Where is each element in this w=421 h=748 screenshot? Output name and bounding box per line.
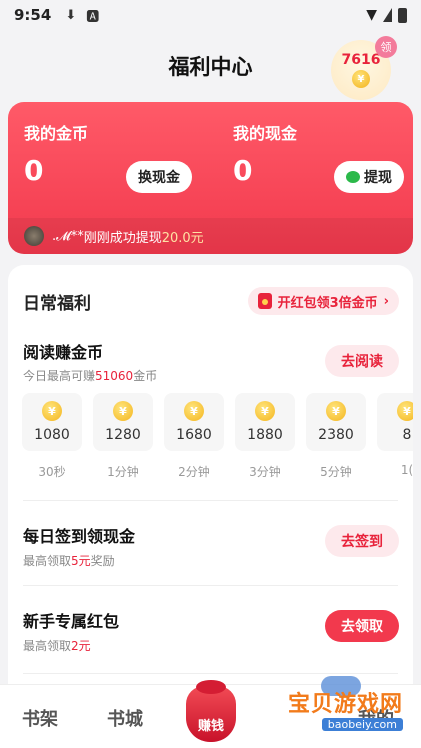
reward-amount: 2380 bbox=[318, 427, 354, 443]
coin-icon: ¥ bbox=[184, 401, 204, 421]
go-claim-button[interactable]: 去领取 bbox=[325, 610, 399, 642]
withdraw-label: 提现 bbox=[364, 170, 392, 186]
read-sub-value: 51060 bbox=[95, 369, 134, 383]
go-checkin-button[interactable]: 去签到 bbox=[325, 525, 399, 557]
reward-box: ¥1680 bbox=[164, 393, 224, 451]
read-sub-suffix: 金币 bbox=[133, 369, 158, 383]
section-title: 日常福利 bbox=[23, 294, 91, 314]
reward-amount: 1680 bbox=[176, 427, 212, 443]
reward-duration: 30秒 bbox=[38, 465, 66, 479]
read-sub-prefix: 今日最高可赚 bbox=[23, 369, 96, 383]
checkin-task-title: 每日签到领现金 bbox=[23, 527, 136, 546]
reward-item: ¥1680 2分钟 bbox=[164, 393, 224, 480]
reward-item: ¥1080 30秒 bbox=[22, 393, 82, 480]
coin-icon: ¥ bbox=[326, 401, 346, 421]
newbie-task-subtitle: 最高领取2元 bbox=[23, 637, 91, 654]
cash-column: 我的现金 0 bbox=[233, 120, 297, 187]
cash-value: 0 bbox=[233, 154, 253, 187]
chevron-right-icon: › bbox=[383, 293, 389, 309]
reward-duration: 5分钟 bbox=[320, 465, 352, 479]
reward-box: ¥1880 bbox=[235, 393, 295, 451]
download-icon: ⬇ bbox=[65, 7, 77, 23]
coin-bubble[interactable]: 7616 ¥ 领 bbox=[331, 36, 397, 100]
coin-icon: ¥ bbox=[397, 401, 413, 421]
reward-amount: 1280 bbox=[105, 427, 141, 443]
open-redpack-button[interactable]: 开红包领3倍金币 › bbox=[247, 287, 399, 315]
coin-icon: ¥ bbox=[113, 401, 133, 421]
divider bbox=[23, 673, 398, 674]
coin-icon: ¥ bbox=[352, 70, 370, 88]
ticker-amount: 20.0元 bbox=[161, 230, 204, 246]
status-right-icons: ▼ bbox=[366, 7, 407, 23]
ticker-user: .𝓜** bbox=[52, 228, 84, 244]
coins-column: 我的金币 0 bbox=[24, 120, 88, 187]
coin-icon: ¥ bbox=[255, 401, 275, 421]
signal-icon bbox=[383, 8, 392, 22]
reward-amount: 1880 bbox=[247, 427, 283, 443]
coins-value: 0 bbox=[24, 154, 44, 187]
coin-icon: ¥ bbox=[42, 401, 62, 421]
reward-duration: 1( bbox=[400, 463, 413, 477]
tab-bookshelf[interactable]: 书架 bbox=[22, 705, 58, 731]
reward-item: ¥1280 1分钟 bbox=[93, 393, 153, 480]
reward-box: ¥1280 bbox=[93, 393, 153, 451]
header: 福利中心 7616 ¥ 领 bbox=[0, 30, 421, 102]
go-read-button[interactable]: 去阅读 bbox=[325, 345, 399, 377]
redpack-label: 开红包领3倍金币 bbox=[277, 295, 378, 311]
newbie-sub-value: 2元 bbox=[71, 639, 91, 653]
reward-box: ¥2380 bbox=[306, 393, 366, 451]
checkin-sub-value: 5元 bbox=[71, 554, 91, 568]
reward-item: ¥8 1( bbox=[377, 393, 413, 477]
battery-icon bbox=[398, 7, 407, 23]
newbie-task-title: 新手专属红包 bbox=[23, 612, 120, 631]
divider bbox=[23, 585, 398, 586]
tab-earn[interactable]: 赚钱 bbox=[186, 680, 236, 742]
claim-badge[interactable]: 领 bbox=[375, 36, 397, 58]
checkin-sub-suffix: 奖励 bbox=[90, 554, 115, 568]
reward-box: ¥8 bbox=[377, 393, 413, 451]
checkin-task-subtitle: 最高领取5元奖励 bbox=[23, 552, 115, 569]
reward-amount: 1080 bbox=[34, 427, 70, 443]
watermark-text: 宝贝游戏网 bbox=[287, 692, 403, 717]
daily-welfare-card: 日常福利 开红包领3倍金币 › 阅读赚金币 今日最高可赚51060金币 去阅读 … bbox=[8, 265, 413, 705]
reward-box: ¥1080 bbox=[22, 393, 82, 451]
a-badge-icon: 🅰 bbox=[86, 9, 100, 25]
withdraw-ticker: .𝓜** 刚刚成功提现 20.0元 bbox=[8, 218, 413, 254]
avatar bbox=[24, 226, 44, 246]
coin-count: 7616 bbox=[341, 52, 381, 68]
status-bar: 9:54 ⬇ 🅰 ▼ bbox=[0, 0, 421, 30]
page-title: 福利中心 bbox=[168, 55, 253, 79]
tab-bookstore[interactable]: 书城 bbox=[107, 705, 143, 731]
cash-label: 我的现金 bbox=[233, 124, 298, 143]
wechat-icon bbox=[346, 171, 360, 183]
coins-label: 我的金币 bbox=[24, 124, 89, 143]
tab-earn-label: 赚钱 bbox=[197, 719, 224, 734]
watermark: 宝贝游戏网 baobeiy.com bbox=[253, 686, 403, 731]
wifi-icon: ▼ bbox=[366, 7, 377, 23]
wallet-card: 我的金币 0 换现金 我的现金 0 提现 .𝓜** 刚刚成功提现 20.0元 bbox=[8, 102, 413, 254]
ticker-text: 刚刚成功提现 bbox=[83, 230, 162, 246]
reward-amount: 8 bbox=[402, 427, 412, 443]
reward-duration: 2分钟 bbox=[178, 465, 210, 479]
reward-duration: 1分钟 bbox=[107, 465, 139, 479]
read-task-subtitle: 今日最高可赚51060金币 bbox=[23, 367, 157, 384]
read-task-title: 阅读赚金币 bbox=[23, 343, 104, 362]
divider bbox=[23, 500, 398, 501]
watermark-url: baobeiy.com bbox=[321, 718, 403, 731]
reading-reward-row: ¥1080 30秒 ¥1280 1分钟 ¥1680 2分钟 ¥1880 3分钟 ¥2380 5分钟… bbox=[22, 393, 413, 483]
reward-item: ¥2380 5分钟 bbox=[306, 393, 366, 480]
status-time: 9:54 bbox=[14, 6, 52, 24]
exchange-cash-button[interactable]: 换现金 bbox=[126, 161, 192, 193]
reward-duration: 3分钟 bbox=[249, 465, 281, 479]
red-envelope-icon bbox=[257, 293, 272, 309]
newbie-sub-prefix: 最高领取 bbox=[23, 639, 72, 653]
reward-item: ¥1880 3分钟 bbox=[235, 393, 295, 480]
checkin-sub-prefix: 最高领取 bbox=[23, 554, 72, 568]
withdraw-button[interactable]: 提现 bbox=[334, 161, 404, 193]
